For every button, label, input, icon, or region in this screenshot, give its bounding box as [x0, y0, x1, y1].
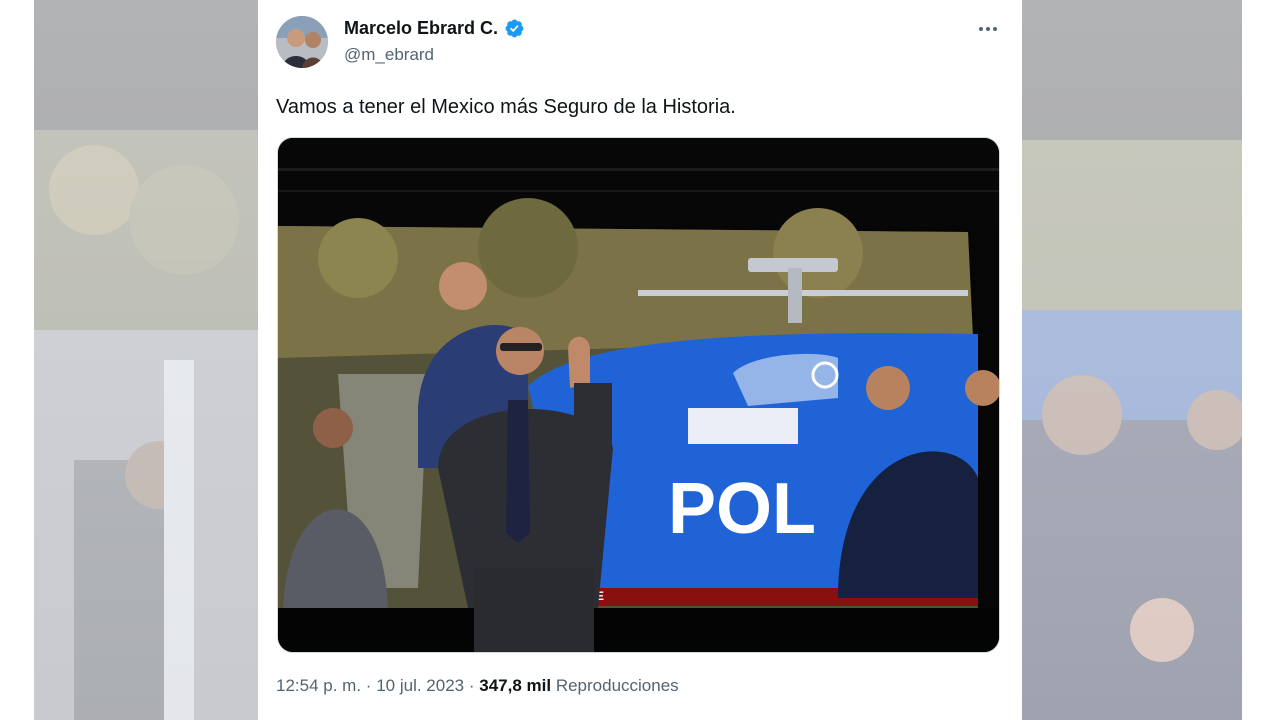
tweet-card: Marcelo Ebrard C. @m_ebrard Vamos a tene… — [258, 0, 1022, 720]
verified-badge-icon — [505, 19, 524, 38]
meta-separator: · — [365, 676, 372, 695]
helicopter-lettering: POL — [668, 469, 816, 549]
views-count: 347,8 mil — [479, 676, 552, 695]
background-right-blurred — [1022, 0, 1242, 720]
meta-separator: · — [468, 676, 475, 695]
tweet-photo[interactable]: POL E — [277, 137, 1000, 653]
avatar-image — [276, 16, 328, 68]
tweet-photo-image: POL E — [278, 138, 999, 652]
author-handle[interactable]: @m_ebrard — [344, 45, 434, 65]
tweet-time[interactable]: 12:54 p. m. — [276, 676, 361, 695]
author-name-text: Marcelo Ebrard C. — [344, 18, 499, 38]
author-name[interactable]: Marcelo Ebrard C. — [344, 18, 525, 39]
more-options-icon[interactable] — [970, 14, 1006, 44]
tweet-date[interactable]: 10 jul. 2023 — [376, 676, 464, 695]
avatar[interactable] — [276, 16, 328, 68]
background-left-blurred — [34, 0, 258, 720]
tweet-text: Vamos a tener el Mexico más Seguro de la… — [276, 96, 736, 118]
tweet-meta: 12:54 p. m. · 10 jul. 2023 · 347,8 mil R… — [276, 676, 679, 696]
views-label: Reproducciones — [555, 676, 679, 695]
